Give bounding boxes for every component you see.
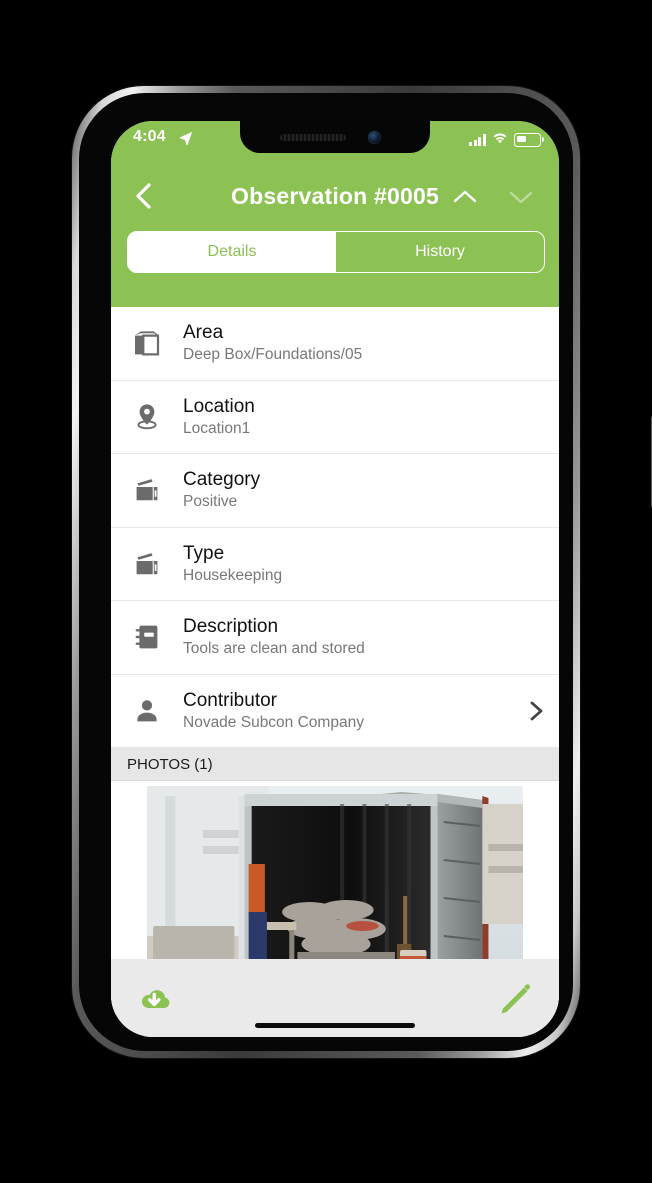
detail-row-text: Type Housekeeping <box>183 543 559 585</box>
wifi-icon <box>492 131 508 149</box>
cellular-signal-icon <box>469 134 486 146</box>
screenshot-root: 4:04 Observation #0005 Details History A… <box>0 0 652 1183</box>
details-list: Area Deep Box/Foundations/05 Location Lo… <box>111 307 559 1014</box>
phone-inner-bezel: 4:04 Observation #0005 Details History A… <box>79 93 573 1051</box>
row-label: Area <box>183 322 224 344</box>
row-label: Location <box>183 395 255 417</box>
chevron-down-icon[interactable] <box>505 181 537 213</box>
row-value: Tools are clean and stored <box>183 640 365 658</box>
segmented-control[interactable]: Details History <box>127 231 545 273</box>
detail-row-location[interactable]: Location Location1 <box>111 380 559 454</box>
status-bar-indicators <box>469 131 544 149</box>
location-arrow-icon <box>179 131 193 150</box>
phone-device-frame: 4:04 Observation #0005 Details History A… <box>72 86 652 1058</box>
detail-row-text: Description Tools are clean and stored <box>183 616 559 658</box>
detail-row-contributor[interactable]: Contributor Novade Subcon Company <box>111 674 559 748</box>
detail-row-text: Area Deep Box/Foundations/05 <box>183 322 559 364</box>
notebook-icon <box>111 622 183 652</box>
detail-row-text: Location Location1 <box>183 396 559 438</box>
phone-screen: 4:04 Observation #0005 Details History A… <box>111 121 559 1037</box>
pencil-edit-icon[interactable] <box>495 977 537 1019</box>
home-indicator <box>255 1023 415 1028</box>
box-icon <box>111 328 183 358</box>
page-title: Observation #0005 <box>231 183 439 209</box>
folder-tag-icon <box>111 549 183 579</box>
row-value: Novade Subcon Company <box>183 713 364 731</box>
status-bar-time: 4:04 <box>133 128 166 145</box>
folder-tag-icon <box>111 475 183 505</box>
battery-fill <box>516 135 526 142</box>
tab-details[interactable]: Details <box>128 232 336 272</box>
row-value: Housekeeping <box>183 566 283 584</box>
cloud-download-icon[interactable] <box>133 979 175 1021</box>
map-pin-icon <box>111 402 183 432</box>
detail-row-description[interactable]: Description Tools are clean and stored <box>111 601 559 675</box>
row-label: Type <box>183 542 225 564</box>
tab-history[interactable]: History <box>336 232 544 272</box>
detail-row-text: Category Positive <box>183 469 559 511</box>
chevron-right-icon[interactable] <box>513 699 559 723</box>
chevron-up-icon[interactable] <box>449 181 481 213</box>
row-value: Deep Box/Foundations/05 <box>183 346 363 364</box>
detail-row-text: Contributor Novade Subcon Company <box>183 690 513 732</box>
row-value: Location1 <box>183 419 251 437</box>
row-value: Positive <box>183 493 238 511</box>
detail-row-type[interactable]: Type Housekeeping <box>111 527 559 601</box>
navigation-bar: Observation #0005 <box>111 169 559 221</box>
front-camera <box>368 131 381 144</box>
row-label: Description <box>183 616 279 638</box>
battery-icon <box>514 133 544 147</box>
notch <box>240 121 430 153</box>
detail-row-area[interactable]: Area Deep Box/Foundations/05 <box>111 307 559 381</box>
person-icon <box>111 696 183 726</box>
photos-section-header: PHOTOS (1) <box>111 748 559 781</box>
detail-row-category[interactable]: Category Positive <box>111 454 559 528</box>
row-label: Contributor <box>183 689 277 711</box>
earpiece-speaker <box>280 134 346 141</box>
row-label: Category <box>183 469 261 491</box>
